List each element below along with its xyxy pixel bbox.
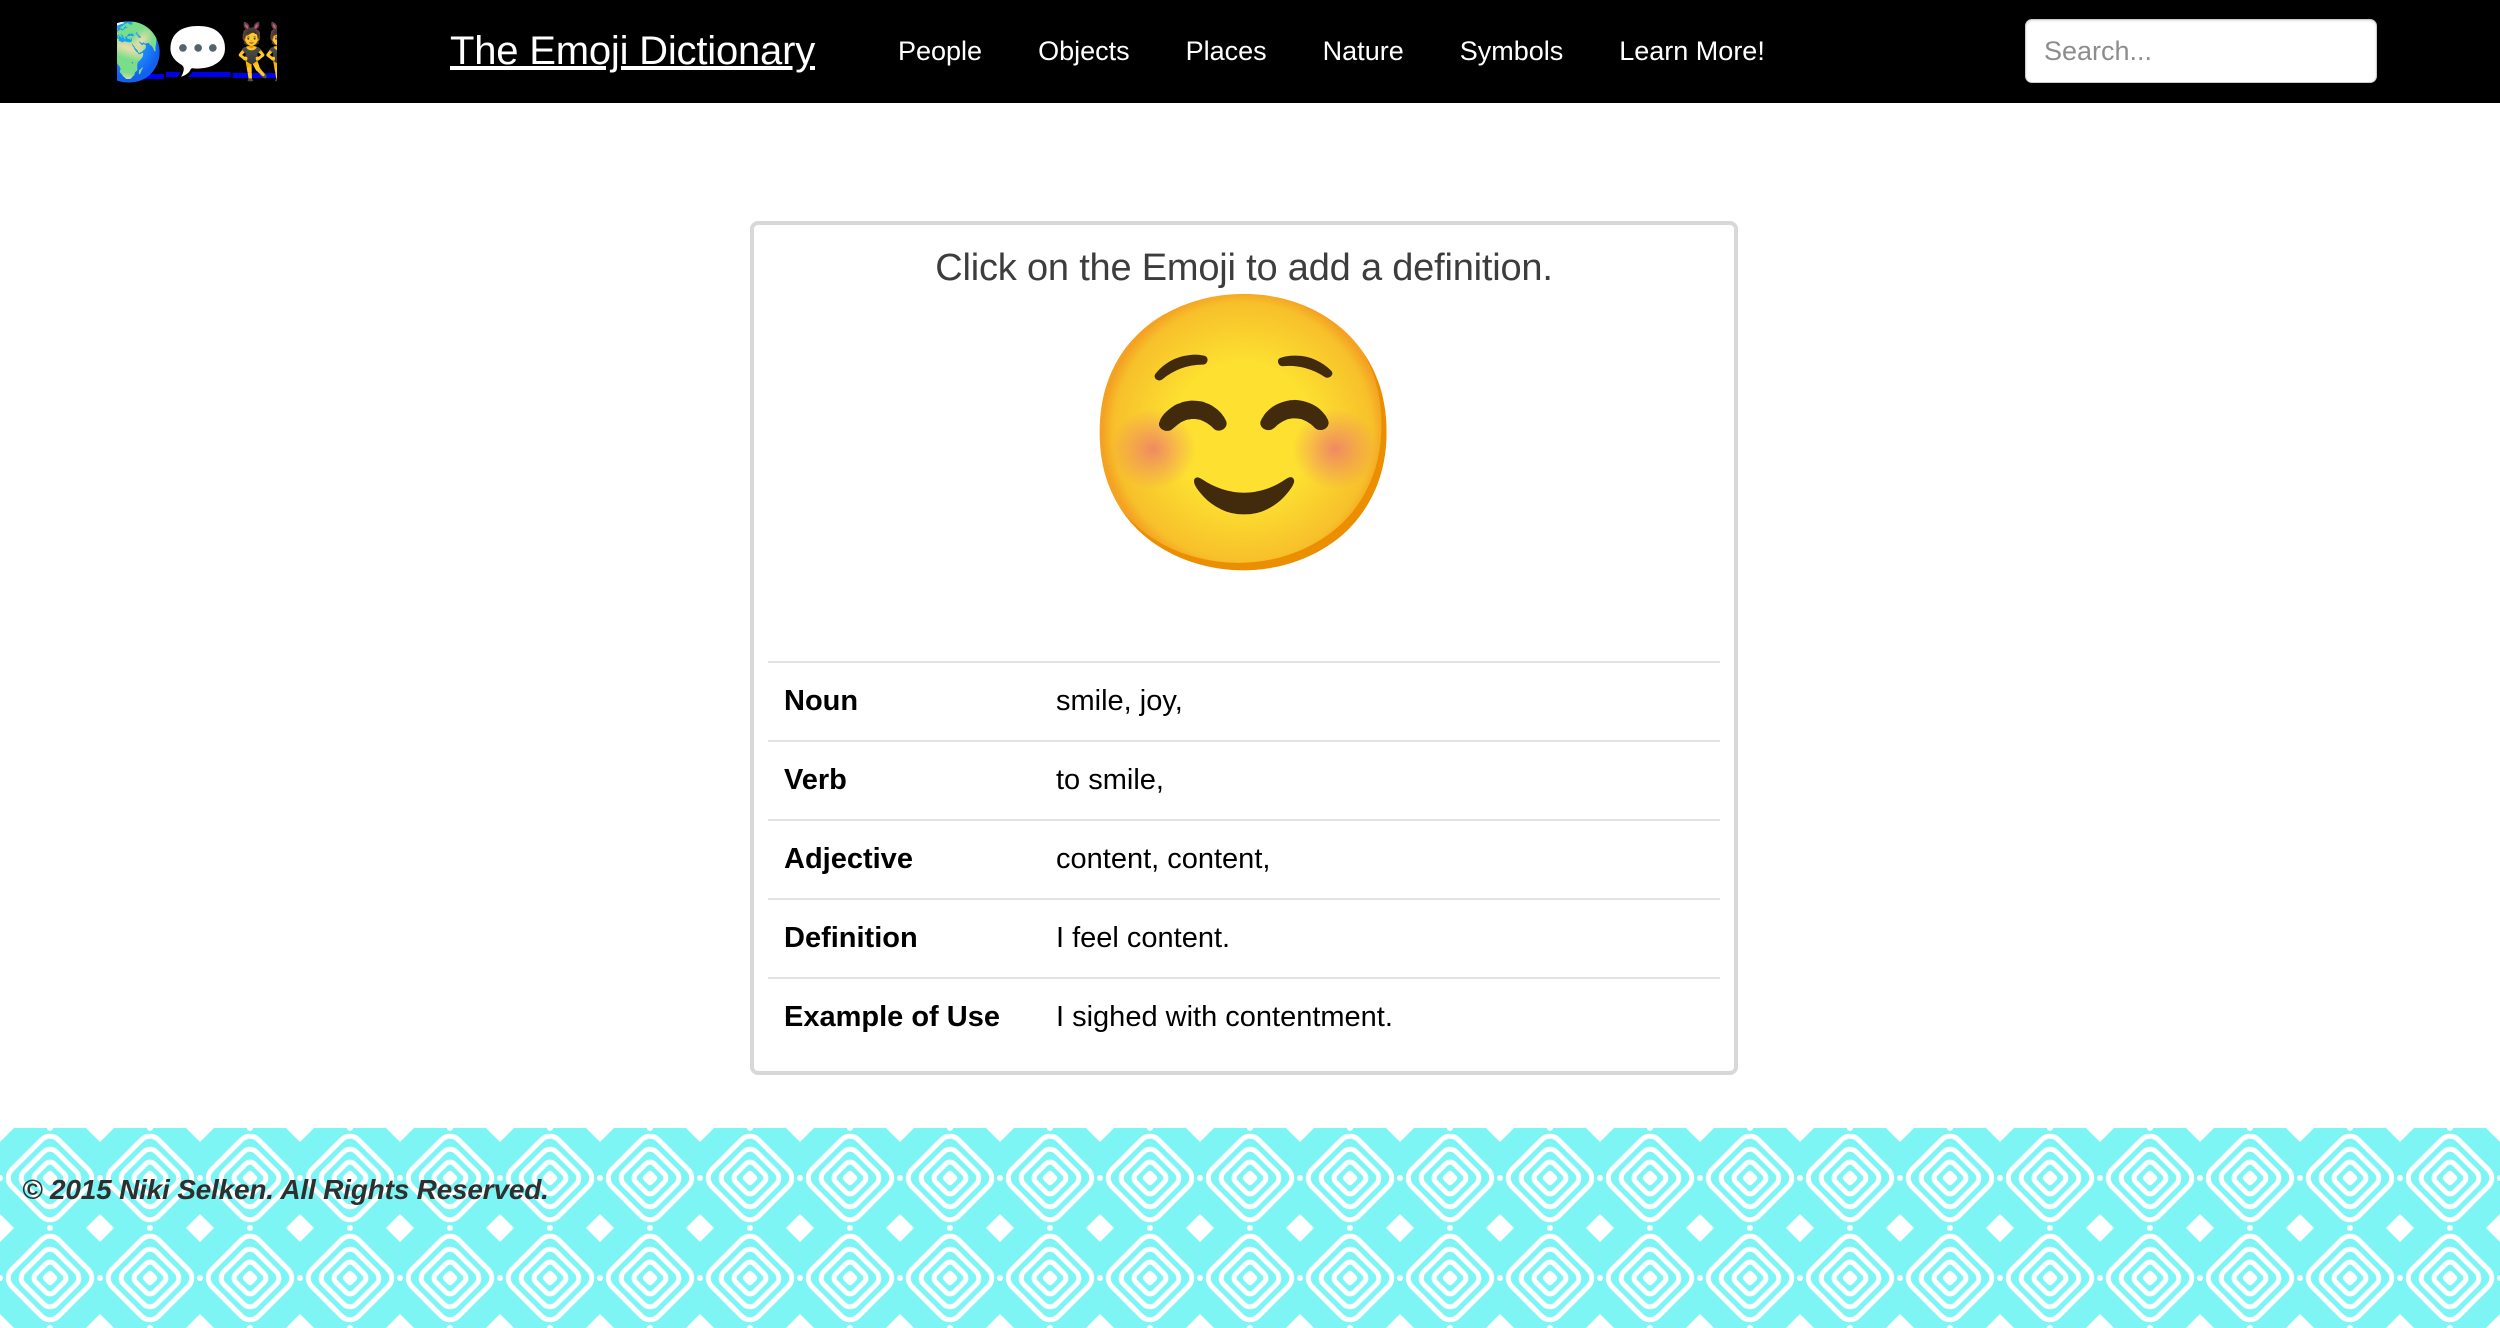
brand-logo-link[interactable]: 🌍 💬 👯: [117, 4, 277, 99]
main-navigation: People Objects Places Nature Symbols Lea…: [870, 0, 1793, 103]
site-header: 🌍 💬 👯 The Emoji Dictionary People Object…: [0, 0, 2500, 103]
nav-item-places[interactable]: Places: [1158, 0, 1295, 103]
definition-label: Verb: [784, 764, 847, 796]
search-container: [2025, 19, 2377, 83]
footer-copyright: © 2015 Niki Selken. All Rights Reserved.: [22, 1174, 549, 1205]
speech-balloon-icon: 💬: [165, 22, 231, 81]
nav-item-learn-more[interactable]: Learn More!: [1591, 0, 1793, 103]
site-title[interactable]: The Emoji Dictionary: [450, 0, 815, 103]
nav-item-people[interactable]: People: [870, 0, 1010, 103]
definition-value: I feel content.: [1056, 922, 1231, 954]
nav-item-nature[interactable]: Nature: [1295, 0, 1432, 103]
main-content: Click on the Emoji to add a definition. …: [0, 103, 2500, 1128]
site-footer: © 2015 Niki Selken. All Rights Reserved.: [0, 1128, 2500, 1328]
definition-value: I sighed with contentment.: [1056, 1001, 1393, 1033]
card-heading: Click on the Emoji to add a definition.: [935, 247, 1553, 289]
definition-value: content, content,: [1056, 843, 1271, 875]
footer-pattern-decoration: [0, 1128, 2500, 1328]
definition-table: Noun smile, joy, Verb to smile, Adjectiv…: [768, 661, 1720, 1056]
nav-item-objects[interactable]: Objects: [1010, 0, 1158, 103]
definition-value: smile, joy,: [1056, 685, 1183, 717]
table-row: Noun smile, joy,: [768, 662, 1720, 741]
globe-icon: 🌍: [117, 19, 164, 83]
white-smiling-face-icon: ☺️: [1075, 284, 1413, 585]
definition-label: Example of Use: [784, 1001, 1000, 1033]
search-input[interactable]: [2025, 19, 2377, 83]
nav-item-symbols[interactable]: Symbols: [1432, 0, 1592, 103]
definition-label: Noun: [784, 685, 859, 717]
definition-label: Definition: [784, 922, 918, 954]
definition-label: Adjective: [784, 843, 913, 875]
table-row: Definition I feel content.: [768, 899, 1720, 978]
dancers-icon: 👯: [232, 21, 277, 82]
emoji-add-definition-button[interactable]: ☺️: [754, 290, 1734, 580]
table-row: Example of Use I sighed with contentment…: [768, 978, 1720, 1056]
definition-value: to smile,: [1056, 764, 1164, 796]
emoji-definition-card: Click on the Emoji to add a definition. …: [750, 221, 1738, 1075]
table-row: Adjective content, content,: [768, 820, 1720, 899]
table-row: Verb to smile,: [768, 741, 1720, 820]
